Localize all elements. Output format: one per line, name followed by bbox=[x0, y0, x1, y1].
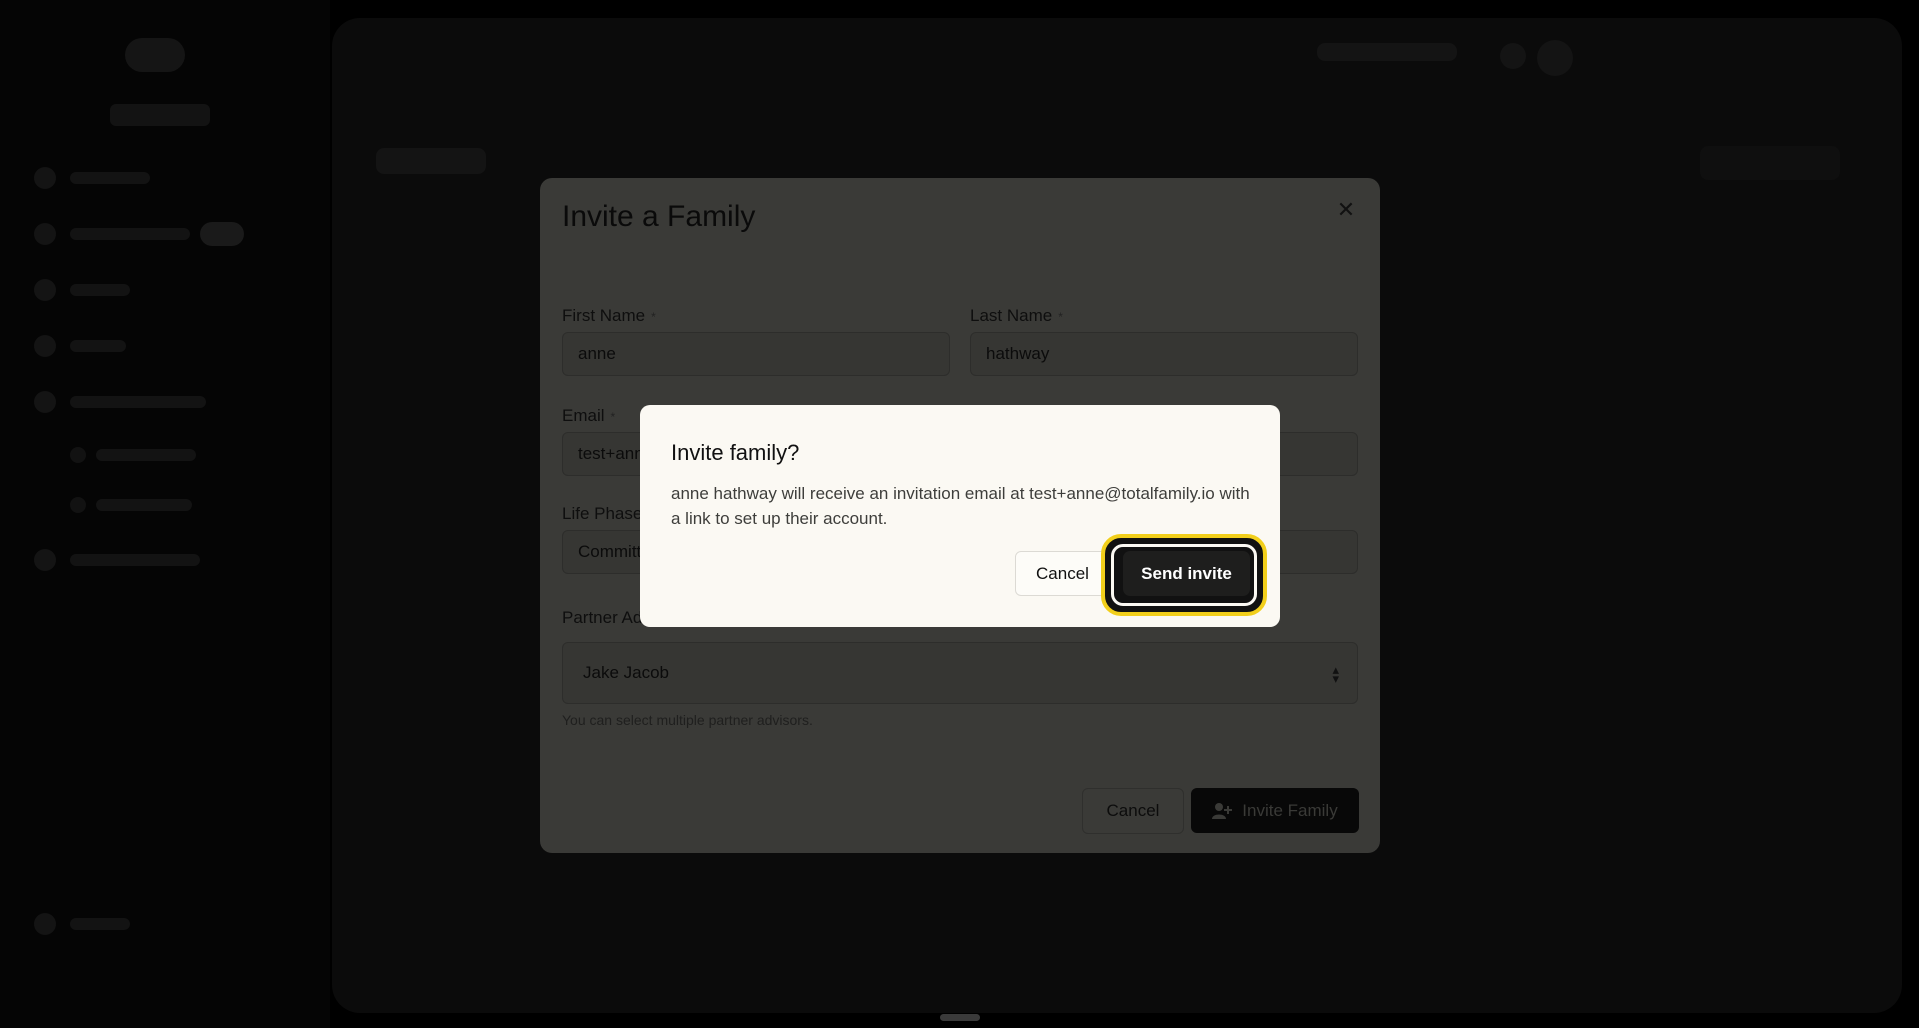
sidebar-item[interactable] bbox=[34, 164, 254, 192]
avatar[interactable] bbox=[1537, 40, 1573, 76]
add-family-button[interactable] bbox=[1700, 146, 1840, 180]
send-invite-button[interactable]: Send invite bbox=[1123, 551, 1250, 596]
sidebar-subitem[interactable] bbox=[70, 495, 192, 515]
confirm-cancel-button[interactable]: Cancel bbox=[1015, 551, 1110, 596]
brand-name bbox=[110, 104, 210, 126]
partner-advisor-select[interactable]: Jake Jacob ▴ ▾ bbox=[562, 642, 1358, 704]
life-phase-label: Life Phase bbox=[562, 504, 643, 523]
confirm-title: Invite family? bbox=[671, 440, 800, 465]
email-label: Email * bbox=[562, 406, 616, 425]
sidebar-item[interactable] bbox=[34, 332, 254, 360]
confirm-message: anne hathway will receive an invitation … bbox=[671, 484, 1250, 528]
sidebar bbox=[0, 0, 330, 1028]
confirm-dialog: Invite family? anne hathway will receive… bbox=[640, 405, 1280, 627]
cancel-button[interactable]: Cancel bbox=[1082, 788, 1184, 834]
invite-family-label: Invite Family bbox=[1242, 800, 1338, 820]
modal-title: Invite a Family bbox=[562, 200, 756, 233]
sidebar-item[interactable] bbox=[34, 910, 254, 938]
first-name-field[interactable]: anne bbox=[562, 332, 950, 376]
last-name-field[interactable]: hathway bbox=[970, 332, 1358, 376]
count-badge bbox=[200, 222, 244, 246]
sidebar-subitem[interactable] bbox=[70, 445, 196, 465]
user-plus-icon bbox=[1212, 802, 1233, 819]
bell-icon[interactable] bbox=[1500, 43, 1526, 69]
close-icon[interactable]: ✕ bbox=[1334, 198, 1358, 222]
sidebar-item[interactable] bbox=[34, 276, 254, 304]
sidebar-item[interactable] bbox=[34, 546, 254, 574]
drag-handle[interactable] bbox=[940, 1014, 980, 1021]
page-title bbox=[376, 148, 486, 174]
first-name-label: First Name * bbox=[562, 306, 656, 325]
chevron-updown-icon: ▴ ▾ bbox=[1332, 662, 1339, 686]
search-field[interactable] bbox=[1317, 43, 1457, 61]
partner-advisor-hint: You can select multiple partner advisors… bbox=[562, 712, 813, 728]
app-logo bbox=[125, 38, 185, 72]
sidebar-item[interactable] bbox=[34, 388, 254, 416]
invite-family-button[interactable]: Invite Family bbox=[1191, 788, 1359, 833]
last-name-label: Last Name * bbox=[970, 306, 1063, 325]
